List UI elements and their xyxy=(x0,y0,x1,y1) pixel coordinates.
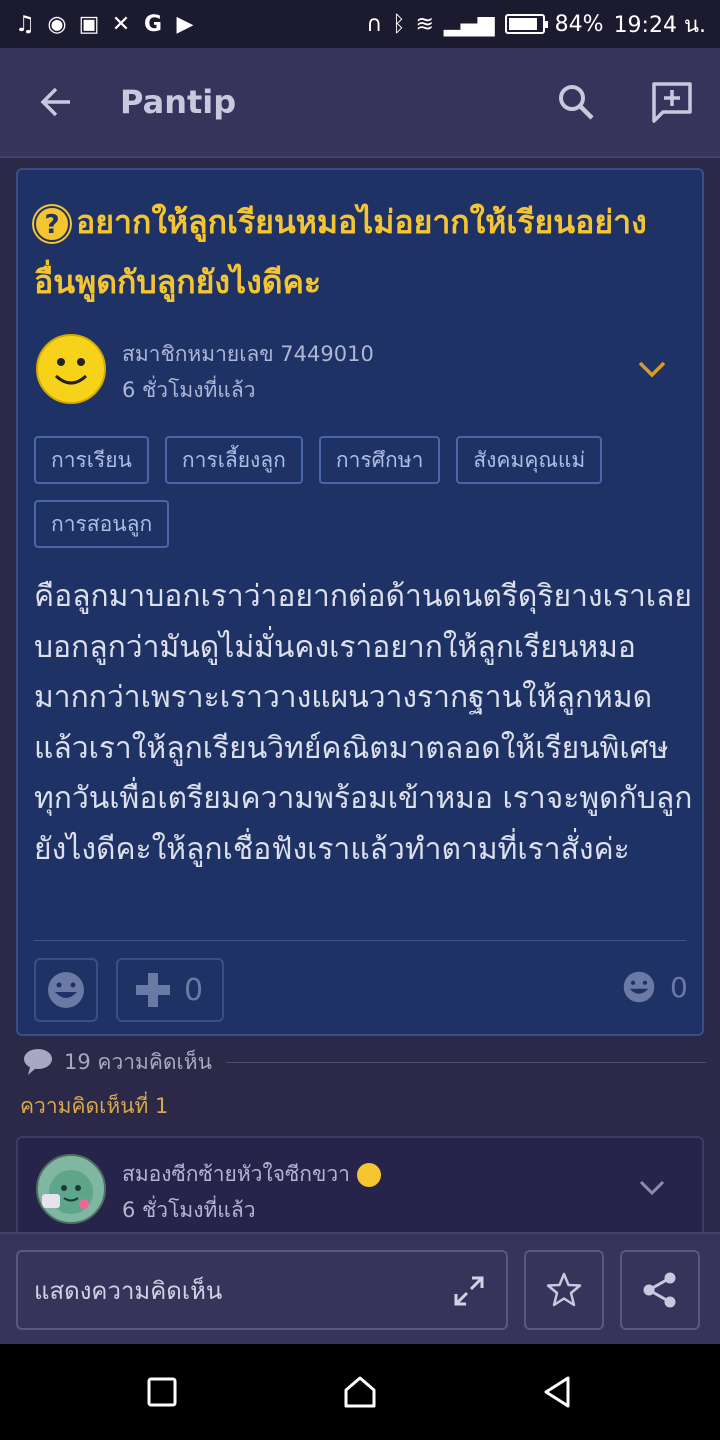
comment-time: 6 ชั่วโมงที่แล้ว xyxy=(122,1198,256,1222)
topic-menu-button[interactable] xyxy=(632,354,672,384)
chat-bubble-icon xyxy=(24,1049,52,1075)
comment-number: ความคิดเห็นที่ 1 xyxy=(20,1094,169,1118)
star-icon xyxy=(546,1272,582,1307)
x-icon: ✕ xyxy=(111,11,131,37)
grin-emoji-icon xyxy=(48,972,84,1008)
status-bar: ♫ ◉ ▣ ✕ G ▶ ∩ ᛒ ≋ ▂▄▆ 84% 19:24 น. xyxy=(0,0,720,48)
gamepad-icon: ▣ xyxy=(78,11,100,37)
new-topic-button[interactable] xyxy=(642,72,702,132)
music-icon: ♫ xyxy=(15,11,35,37)
add-post-icon xyxy=(652,82,692,123)
chevron-down-icon xyxy=(639,1180,665,1196)
tag-list: การเรียน การเลี้ยงลูก การศึกษา สังคมคุณแ… xyxy=(34,436,694,548)
bluetooth-icon: ᛒ xyxy=(392,11,406,37)
chevron-down-icon xyxy=(638,361,666,378)
comments-count: 19 ความคิดเห็น xyxy=(64,1049,212,1074)
battery-icon xyxy=(504,14,548,34)
home-icon[interactable] xyxy=(342,1374,378,1410)
arrow-left-icon xyxy=(40,87,70,117)
avatar[interactable] xyxy=(36,1154,106,1224)
question-icon: ? xyxy=(34,206,70,242)
reaction-count: 0 xyxy=(670,970,688,1004)
smiley-icon xyxy=(54,358,88,385)
google-icon: G xyxy=(143,11,163,37)
battery-percent: 84% xyxy=(554,11,604,37)
avatar[interactable] xyxy=(36,334,106,404)
share-button[interactable] xyxy=(620,1250,700,1330)
comment-menu-button[interactable] xyxy=(634,1174,670,1202)
notification-icons: ♫ ◉ ▣ ✕ G ▶ xyxy=(14,12,196,37)
tag-item[interactable]: การเลี้ยงลูก xyxy=(164,436,303,484)
wifi-icon: ≋ xyxy=(415,11,434,37)
emotion-button[interactable] xyxy=(34,958,98,1022)
clock: 19:24 น. xyxy=(613,12,706,38)
tag-item[interactable]: การเรียน xyxy=(34,436,149,484)
author-name[interactable]: สมาชิกหมายเลข 7449010 xyxy=(122,338,374,371)
tag-item[interactable]: การศึกษา xyxy=(318,436,441,484)
share-icon xyxy=(643,1272,676,1308)
divider xyxy=(34,940,686,941)
tag-item[interactable]: สังคมคุณแม่ xyxy=(456,436,603,484)
signal-icon: ▂▄▆ xyxy=(443,11,495,37)
grin-emoji-icon xyxy=(623,971,655,1003)
search-button[interactable] xyxy=(546,72,606,132)
expand-icon[interactable] xyxy=(452,1274,486,1308)
divider xyxy=(225,1061,706,1063)
laughing-emoji-icon xyxy=(356,1163,381,1187)
reaction-summary[interactable]: 0 xyxy=(622,970,688,1004)
search-icon xyxy=(559,85,594,120)
topic-card: ? อยากให้ลูกเรียนหมอไม่อยากให้เรียนอย่างอ… xyxy=(16,168,704,1036)
back-nav-icon[interactable] xyxy=(540,1374,576,1410)
back-button[interactable] xyxy=(26,72,86,132)
comment-placeholder: แสดงความคิดเห็น xyxy=(34,1276,223,1305)
system-nav-bar xyxy=(0,1344,720,1440)
plus-icon xyxy=(136,973,170,1007)
vote-count: 0 xyxy=(184,972,204,1008)
favorite-button[interactable] xyxy=(524,1250,604,1330)
headphones-icon: ∩ xyxy=(366,11,383,37)
recents-icon[interactable] xyxy=(144,1374,180,1410)
comment-input[interactable]: แสดงความคิดเห็น xyxy=(16,1250,508,1330)
topic-body: คือลูกมาบอกเราว่าอยากต่อด้านดนตรีดุริยาง… xyxy=(34,579,693,867)
vote-plus-button[interactable]: 0 xyxy=(116,958,224,1022)
comment-card: สมองซีกซ้ายหัวใจซีกขวา 6 ชั่วโมงที่แล้ว xyxy=(16,1136,704,1246)
comments-header: 19 ความคิดเห็น xyxy=(22,1044,706,1080)
tag-item[interactable]: การสอนลูก xyxy=(34,500,170,548)
topic-title: ? อยากให้ลูกเรียนหมอไม่อยากให้เรียนอย่างอ… xyxy=(34,203,647,301)
badge-icon: ◉ xyxy=(47,11,67,37)
post-time: 6 ชั่วโมงที่แล้ว xyxy=(122,378,256,402)
comment-author[interactable]: สมองซีกซ้ายหัวใจซีกขวา xyxy=(122,1158,381,1191)
cartoon-avatar-icon xyxy=(42,1170,93,1214)
action-bar: แสดงความคิดเห็น xyxy=(0,1232,720,1344)
app-bar: Pantip xyxy=(0,48,720,158)
youtube-icon: ▶ xyxy=(176,11,194,37)
app-title: Pantip xyxy=(120,83,237,121)
